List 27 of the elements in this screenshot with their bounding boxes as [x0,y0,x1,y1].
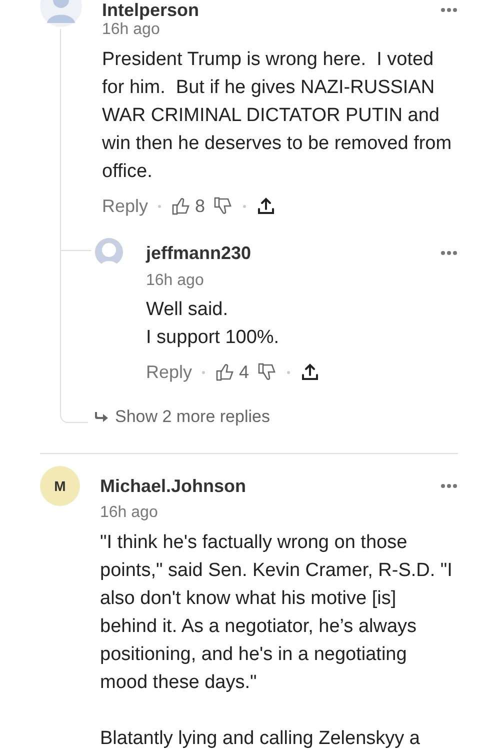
reply-link[interactable]: Reply [102,192,148,220]
like-count: 4 [239,360,250,384]
comment-text: Well said. I support 100%. [146,298,280,350]
share-icon[interactable] [256,196,276,216]
avatar-icon [93,237,125,269]
like-count: 8 [195,194,206,218]
comment-text: "I think he's factually wrong on those points," said Sen. Kevin Cramer, R-S.D. "I also don't know what his motive [is] behind it. As a negotiator, he’s always positioning, and he's in a negotiating mood these days." Blatantly lying and calling Zelenskyy a [100,531,454,750]
thumbs-up-icon[interactable] [215,362,236,382]
timestamp: 16h ago [102,20,161,40]
reply-arrow-icon [93,410,109,424]
reply-link[interactable]: Reply [146,358,192,386]
thumbs-down-icon[interactable] [213,196,234,216]
more-options-icon[interactable] [440,250,458,256]
timestamp: 16h ago [100,503,159,523]
avatar-initial: M [40,466,80,506]
timestamp: 16h ago [146,271,205,291]
thumbs-down-icon[interactable] [257,362,278,382]
author-name[interactable]: Intelperson [102,0,200,20]
comment-text: President Trump is wrong here. I voted for him. But if he gives NAZI-RUSSIAN WAR CRIMINAL DICTATOR PUTIN and win then he deserves to be removed from office. [102,48,453,184]
thumbs-up-icon[interactable] [171,196,192,216]
share-icon[interactable] [300,362,320,382]
author-name[interactable]: jeffmann230 [146,241,252,265]
author-name[interactable]: Michael.Johnson [100,474,246,498]
more-options-icon[interactable] [440,7,458,13]
show-replies-link[interactable]: Show 2 more replies [93,405,270,429]
more-options-icon[interactable] [440,483,458,489]
branch-line [61,250,91,251]
